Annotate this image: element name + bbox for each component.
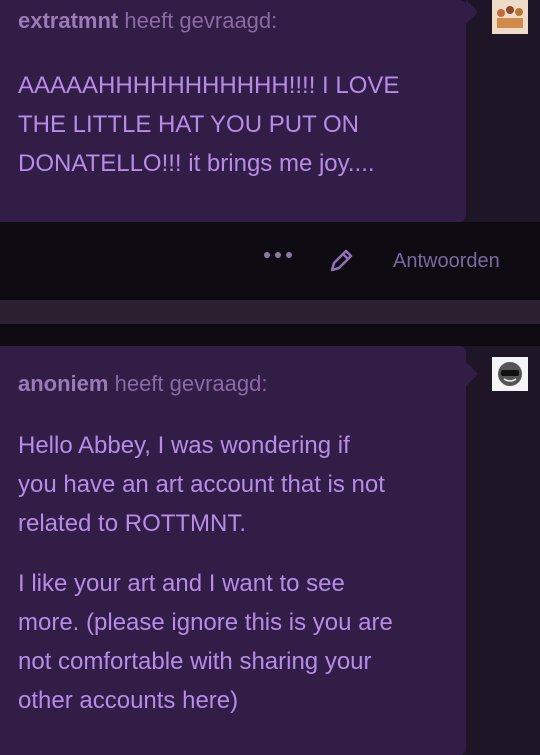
question-paragraph-2: I like your art and I want to see more. … [18,564,393,720]
asker-name[interactable]: extratmnt [18,8,118,33]
ask-bubble-1: extratmnt heeft gevraagd: AAAAAHHHHHHHHH… [0,0,478,222]
question-line: I like your art and I want to see [18,570,345,597]
asker-suffix: heeft gevraagd: [114,371,268,396]
post-gap [0,324,540,346]
post-separator [0,300,540,324]
question-line: DONATELLO!!! it brings me joy.... [18,150,375,177]
question-line: more. (please ignore this is you are [18,609,393,636]
edit-pencil-icon[interactable] [327,247,355,275]
asker-line: anoniem heeft gevraagd: [18,371,268,397]
question-line: other accounts here) [18,687,239,714]
avatar-icon[interactable] [492,0,528,34]
bubble-tail [466,0,478,24]
question-line: Hello Abbey, I was wondering if [18,432,350,459]
more-dots-icon[interactable] [264,250,296,260]
answer-button[interactable]: Antwoorden [393,250,500,273]
question-line: you have an art account that is not [18,471,385,498]
asker-suffix: heeft gevraagd: [124,8,278,33]
asker-line: extratmnt heeft gevraagd: [18,8,277,34]
anonymous-avatar-icon [492,357,528,391]
ask-bubble-2: anoniem heeft gevraagd: Hello Abbey, I w… [0,346,478,755]
question-line: not comfortable with sharing your [18,648,372,675]
asker-name: anoniem [18,371,109,396]
question-text: AAAAAHHHHHHHHHHH!!!! I LOVE THE LITTLE H… [18,66,399,183]
bubble-tail [466,362,478,386]
question-paragraph-1: Hello Abbey, I was wondering if you have… [18,426,385,543]
question-line: related to ROTTMNT. [18,510,247,537]
question-line: THE LITTLE HAT YOU PUT ON [18,111,359,138]
question-line: AAAAAHHHHHHHHHHH!!!! I LOVE [18,72,400,99]
